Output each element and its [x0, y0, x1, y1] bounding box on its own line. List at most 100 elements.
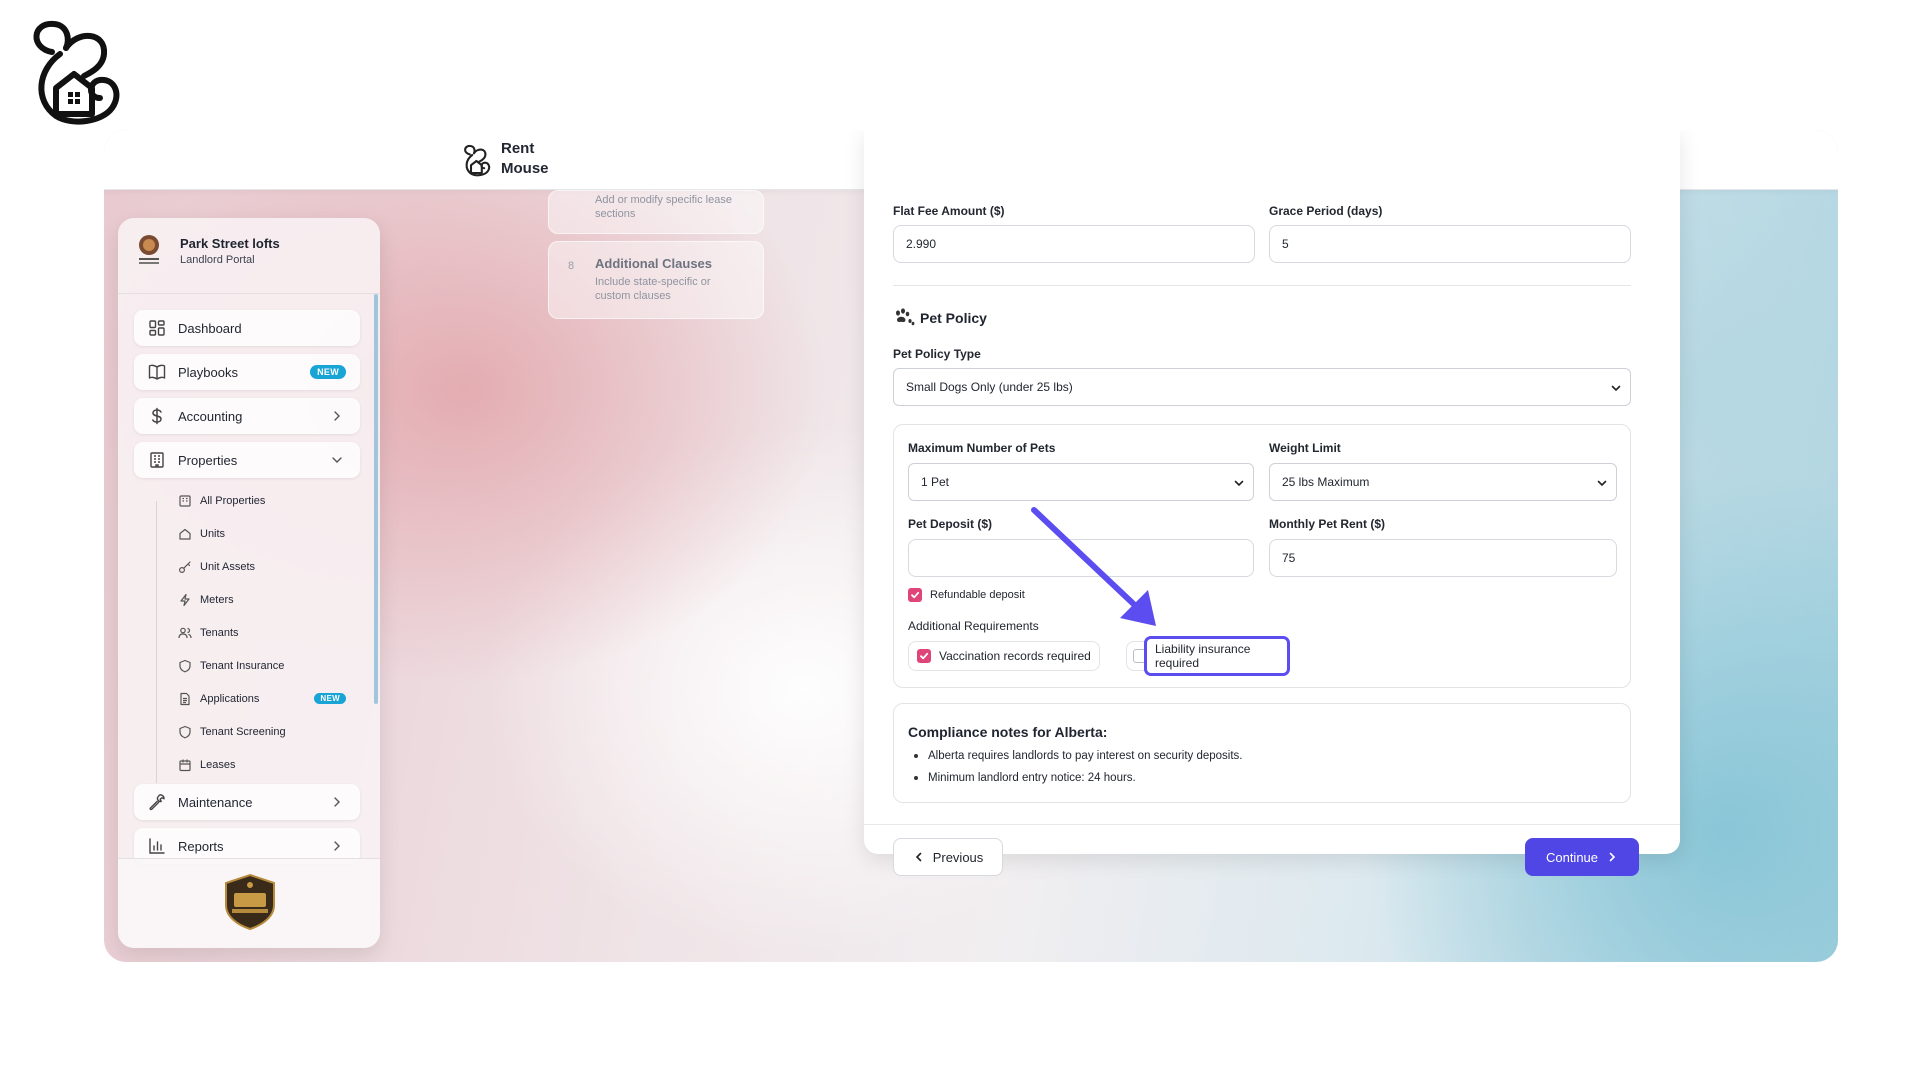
- sidebar-item-dashboard[interactable]: Dashboard: [134, 310, 360, 346]
- step-number: 8: [568, 260, 575, 272]
- refundable-deposit-option[interactable]: Refundable deposit: [908, 588, 1025, 602]
- refundable-deposit-checkbox[interactable]: [908, 588, 922, 602]
- sidebar-subitem-unit-assets[interactable]: Unit Assets: [178, 556, 255, 578]
- sidebar-item-label: Maintenance: [178, 794, 253, 810]
- weight-limit-select[interactable]: 25 lbs Maximum: [1269, 463, 1617, 501]
- chevron-right-icon: [334, 841, 340, 851]
- step-description: Add or modify specific lease sections: [595, 194, 732, 220]
- sidebar-subitem-tenant-screening[interactable]: Tenant Screening: [178, 721, 286, 743]
- previous-button[interactable]: Previous: [893, 838, 1003, 876]
- bolt-icon: [180, 593, 190, 607]
- bullet: [914, 754, 918, 758]
- sidebar-subitem-label: Tenant Screening: [200, 726, 286, 738]
- continue-label: Continue: [1545, 849, 1599, 865]
- step-title: Additional Clauses: [595, 256, 713, 271]
- vaccination-option[interactable]: Vaccination records required: [908, 641, 1100, 671]
- chevron-down-icon: [332, 457, 342, 463]
- bullet: [914, 776, 918, 780]
- compliance-note-text: Minimum landlord entry notice: 24 hours.: [928, 772, 1136, 784]
- previous-label: Previous: [932, 849, 984, 865]
- dollar-icon: [152, 407, 162, 425]
- document-icon: [180, 692, 190, 706]
- sidebar-subitem-label: Tenant Insurance: [200, 660, 285, 672]
- dashboard-icon: [149, 320, 165, 336]
- app-screenshot-frame: Park Street lofts Landlord Portal Dashbo…: [104, 130, 1838, 962]
- step-card-additional-clauses[interactable]: 8 Additional Clauses Include state-speci…: [548, 241, 764, 319]
- sidebar-item-properties[interactable]: Properties: [134, 442, 360, 478]
- selected-value: Small Dogs Only (under 25 lbs): [906, 380, 1073, 394]
- sidebar-subitem-label: Units: [200, 528, 226, 540]
- step-card-lease-sections[interactable]: Add or modify specific lease sections: [548, 190, 764, 234]
- sidebar-item-maintenance[interactable]: Maintenance: [134, 784, 360, 820]
- sidebar-item-label: Accounting: [178, 408, 243, 424]
- compliance-note-text: Alberta requires landlords to pay intere…: [928, 750, 1243, 762]
- wrench-icon: [149, 794, 165, 811]
- annotation-arrow-icon: [1031, 507, 1156, 626]
- pet-details-panel: Maximum Number of Pets 1 Pet Weight Limi…: [893, 424, 1631, 688]
- additional-requirements-label: Additional Requirements: [908, 619, 1039, 633]
- monthly-pet-rent-input[interactable]: 75: [1269, 539, 1617, 577]
- grace-period-input[interactable]: 5: [1269, 225, 1631, 263]
- flat-fee-label: Flat Fee Amount ($): [893, 204, 1005, 218]
- paw-icon: [896, 308, 915, 326]
- submenu-guide-line: [156, 501, 157, 783]
- refundable-deposit-label: Refundable deposit: [930, 589, 1025, 601]
- footer-divider: [864, 824, 1680, 825]
- selected-value: 25 lbs Maximum: [1282, 475, 1370, 489]
- compliance-note: Minimum landlord entry notice: 24 hours.: [914, 772, 1136, 784]
- chevron-down-icon: [1611, 385, 1621, 392]
- new-badge: NEW: [314, 693, 346, 704]
- vaccination-checkbox[interactable]: [917, 649, 931, 663]
- max-pets-select[interactable]: 1 Pet: [908, 463, 1254, 501]
- sidebar-subitem-units[interactable]: Units: [178, 523, 225, 545]
- app-title: Rent Mouse: [501, 139, 561, 179]
- sidebar-item-accounting[interactable]: Accounting: [134, 398, 360, 434]
- chevron-right-icon: [1609, 852, 1616, 862]
- step-description: Include state-specific or custom clauses: [595, 276, 711, 302]
- sidebar-subitem-label: All Properties: [200, 495, 266, 507]
- key-icon: [178, 561, 191, 574]
- section-divider: [893, 285, 1631, 286]
- bar-chart-icon: [149, 838, 165, 854]
- app-title-line: Rent: [501, 140, 535, 157]
- chevron-left-icon: [915, 852, 922, 862]
- sidebar-item-label: Dashboard: [178, 320, 242, 336]
- sidebar-subitem-label: Applications: [200, 693, 260, 705]
- sidebar-subitem-label: Leases: [200, 759, 236, 771]
- sidebar-subitem-tenants[interactable]: Tenants: [178, 622, 239, 644]
- users-icon: [178, 627, 192, 639]
- book-icon: [148, 364, 166, 380]
- chevron-down-icon: [1234, 480, 1244, 487]
- grace-period-label: Grace Period (days): [1269, 204, 1383, 218]
- building-icon: [179, 495, 191, 507]
- selected-value: 1 Pet: [921, 475, 950, 489]
- sidebar-subitem-leases[interactable]: Leases: [178, 754, 235, 776]
- app-title-line: Mouse: [501, 160, 549, 177]
- sidebar-subitem-applications[interactable]: Applications NEW: [178, 688, 346, 710]
- sidebar-subitem-label: Tenants: [200, 627, 239, 639]
- chevron-right-icon: [334, 411, 340, 421]
- calendar-icon: [179, 759, 191, 772]
- new-badge: NEW: [310, 365, 346, 379]
- chevron-down-icon: [1597, 480, 1607, 487]
- sidebar-item-label: Properties: [178, 452, 238, 468]
- rent-mouse-logo-icon: [33, 20, 120, 125]
- sidebar-item-playbooks[interactable]: Playbooks NEW: [134, 354, 360, 390]
- continue-button[interactable]: Continue: [1525, 838, 1639, 876]
- rent-mouse-logo-icon[interactable]: [462, 144, 492, 178]
- sidebar-item-label: Playbooks: [178, 364, 238, 380]
- pet-policy-type-label: Pet Policy Type: [893, 347, 981, 361]
- sidebar-subitem-tenant-insurance[interactable]: Tenant Insurance: [178, 655, 284, 677]
- shield-icon: [179, 659, 191, 673]
- sidebar-subitem-meters[interactable]: Meters: [178, 589, 234, 611]
- vaccination-label: Vaccination records required: [939, 649, 1091, 663]
- sidebar-subitem-all-properties[interactable]: All Properties: [178, 490, 265, 512]
- max-pets-label: Maximum Number of Pets: [908, 441, 1056, 455]
- checkmark-icon: [920, 652, 929, 660]
- sidebar-header: Park Street lofts Landlord Portal: [118, 218, 380, 294]
- flat-fee-input[interactable]: 2.990: [893, 225, 1255, 263]
- checkmark-icon: [911, 591, 920, 599]
- sidebar-scrollbar[interactable]: [374, 294, 378, 704]
- pet-policy-type-select[interactable]: Small Dogs Only (under 25 lbs): [893, 368, 1631, 406]
- liability-highlight-box[interactable]: Liability insurance required: [1144, 636, 1290, 676]
